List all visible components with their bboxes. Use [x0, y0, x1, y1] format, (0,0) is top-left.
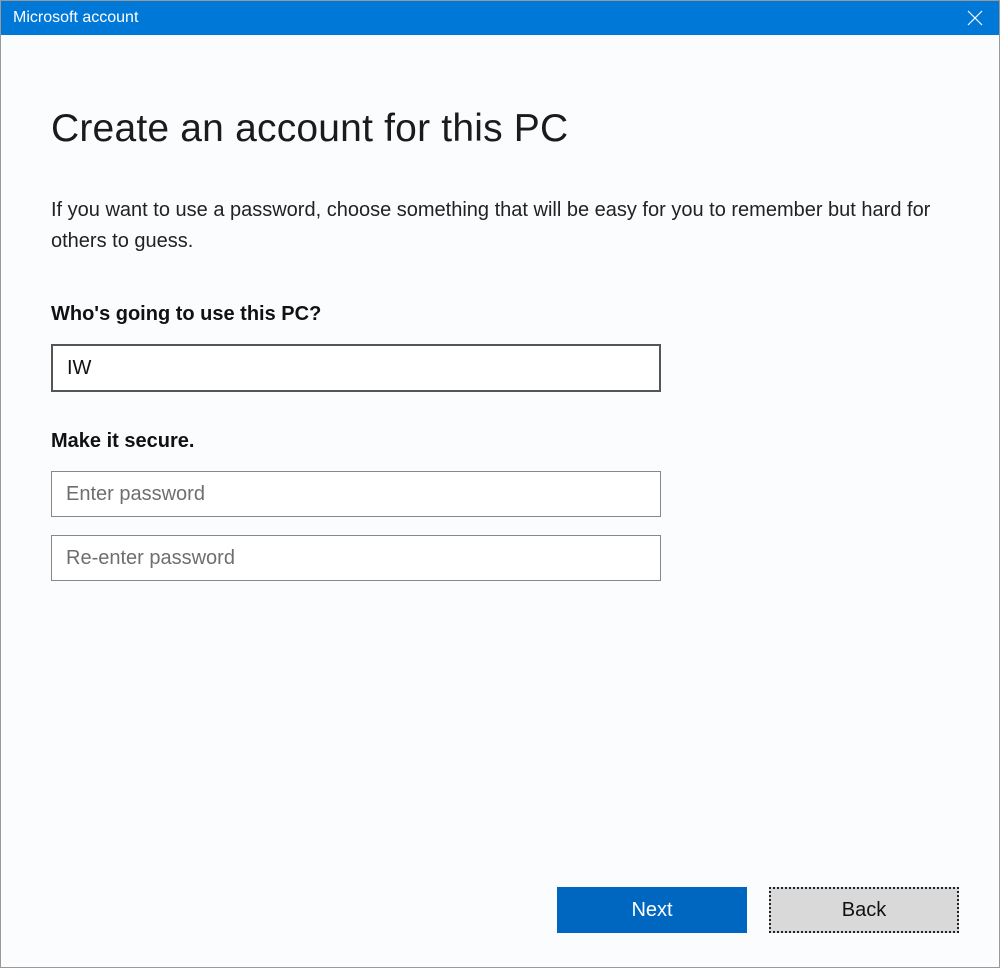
close-icon — [967, 10, 983, 26]
footer-buttons: Next Back — [557, 887, 959, 933]
titlebar: Microsoft account — [1, 1, 999, 35]
password-label: Make it secure. — [51, 430, 949, 453]
close-button[interactable] — [951, 1, 999, 35]
window-title: Microsoft account — [13, 1, 138, 35]
content-area: Create an account for this PC If you wan… — [1, 35, 999, 967]
page-heading: Create an account for this PC — [51, 107, 949, 151]
page-description: If you want to use a password, choose so… — [51, 195, 949, 257]
password-input[interactable] — [51, 471, 661, 517]
username-label: Who's going to use this PC? — [51, 303, 949, 326]
account-setup-window: Microsoft account Create an account for … — [0, 0, 1000, 968]
username-section: Who's going to use this PC? — [51, 303, 949, 392]
username-input[interactable] — [51, 344, 661, 392]
back-button[interactable]: Back — [769, 887, 959, 933]
password-section: Make it secure. — [51, 430, 949, 599]
next-button[interactable]: Next — [557, 887, 747, 933]
password-confirm-input[interactable] — [51, 535, 661, 581]
